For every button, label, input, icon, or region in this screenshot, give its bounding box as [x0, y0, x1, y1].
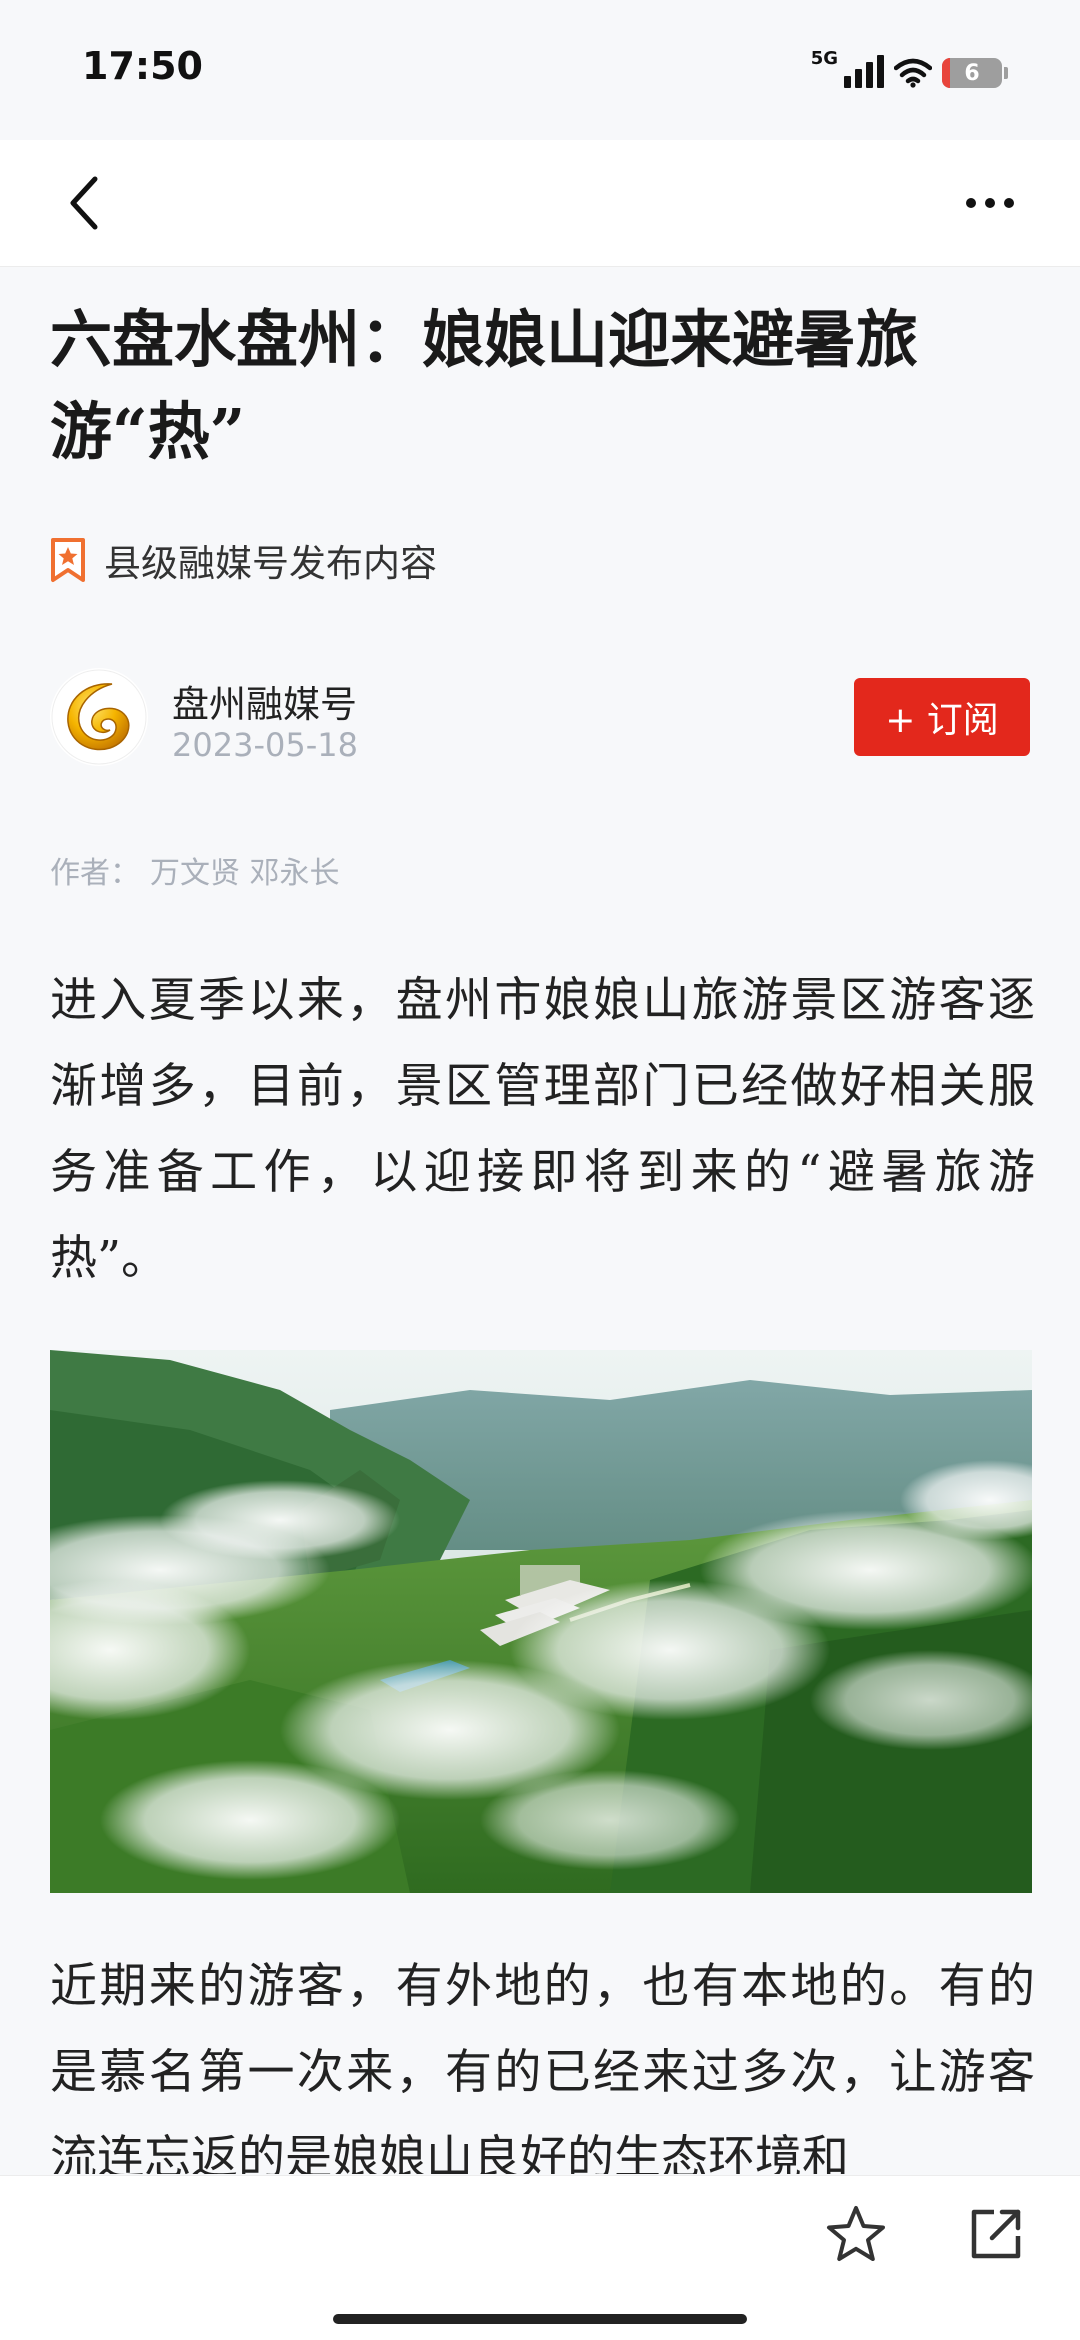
author-row: 盘州融媒号 2023-05-18 + 订阅 [50, 668, 1030, 768]
panzhou-logo-icon [51, 669, 147, 765]
battery-indicator: 6 [942, 58, 1008, 88]
top-nav-bar [0, 140, 1080, 267]
star-outline-icon [827, 2206, 885, 2261]
publish-date: 2023-05-18 [172, 726, 358, 764]
more-dot-icon [966, 198, 976, 208]
chevron-left-icon [70, 176, 98, 230]
article-paragraph: 近期来的游客，有外地的，也有本地的。有的是慕名第一次来，有的已经来过多次，让游客… [50, 1959, 1035, 2174]
share-external-icon [971, 2209, 1021, 2259]
more-dot-icon [985, 198, 995, 208]
status-time: 17:50 [82, 44, 203, 88]
byline: 作者： 万文贤 邓永长 [50, 848, 350, 892]
status-bar: 17:50 5G 6 [0, 0, 1080, 140]
home-indicator[interactable] [333, 2314, 747, 2324]
article-paragraph: 进入夏季以来，盘州市娘娘山旅游景区游客逐渐增多，目前，景区管理部门已经做好相关服… [50, 973, 1035, 1286]
signal-icon [844, 54, 884, 88]
avatar[interactable] [50, 668, 148, 766]
article-title: 六盘水盘州：娘娘山迎来避暑旅游“热” [50, 303, 919, 468]
more-options-button[interactable] [950, 168, 1030, 238]
subscribe-button[interactable]: + 订阅 [854, 678, 1030, 756]
mountain-landscape-image [50, 1350, 1032, 1893]
back-button[interactable] [50, 168, 120, 238]
bookmark-star-icon [51, 538, 85, 582]
source-tag: 县级融媒号发布内容 [50, 530, 437, 590]
byline-label: 作者： [50, 856, 140, 891]
more-dot-icon [1004, 198, 1014, 208]
share-button[interactable] [962, 2200, 1030, 2268]
wifi-icon [894, 58, 932, 88]
favorite-button[interactable] [822, 2200, 890, 2268]
bottom-action-bar [0, 2175, 1080, 2340]
network-type-label: 5G [810, 48, 838, 69]
battery-level: 6 [964, 60, 980, 86]
byline-authors: 万文贤 邓永长 [150, 856, 340, 891]
status-icons: 5G 6 [810, 48, 1008, 88]
author-name[interactable]: 盘州融媒号 [172, 674, 357, 728]
article-photo [50, 1350, 1032, 1893]
source-tag-label: 县级融媒号发布内容 [104, 542, 437, 585]
